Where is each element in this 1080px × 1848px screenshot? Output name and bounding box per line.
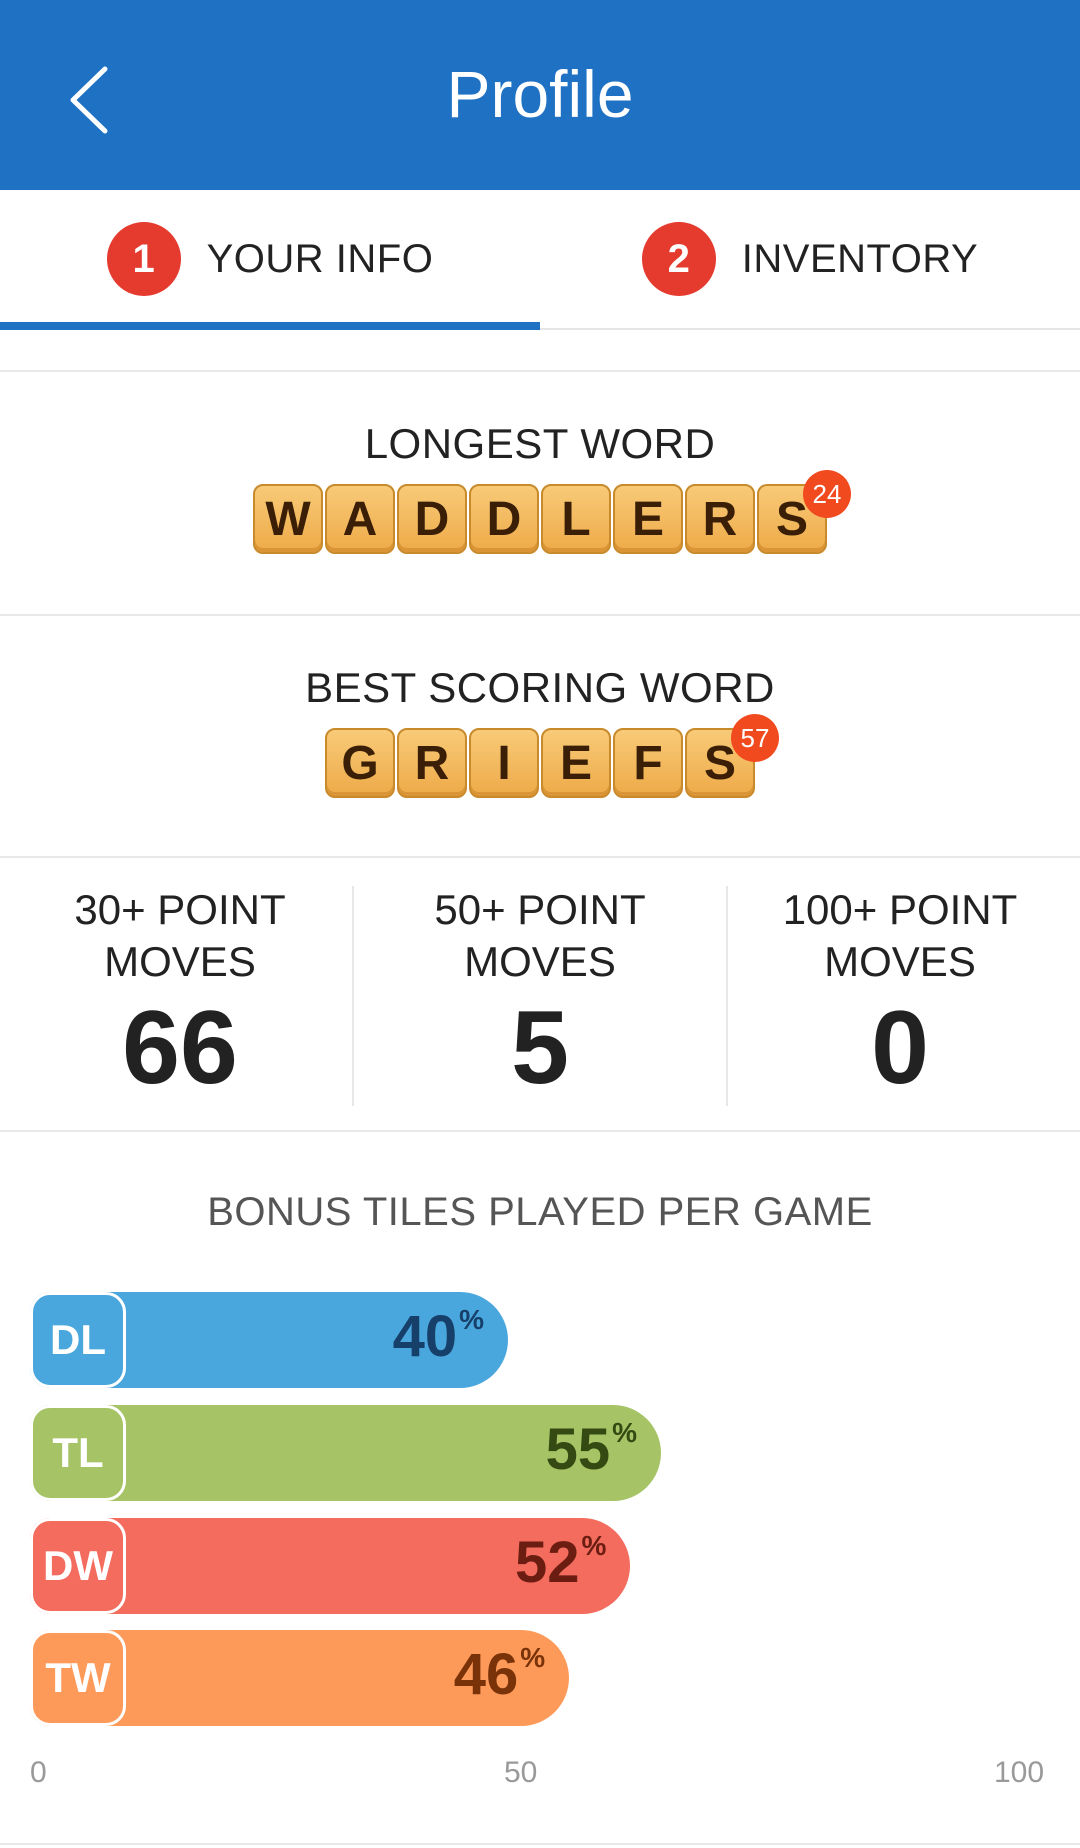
bar-tw: TW 46%: [30, 1630, 570, 1726]
bar-category-label: TL: [30, 1405, 126, 1501]
bar-dl: DL 40%: [30, 1292, 508, 1388]
bar-value-label: 40%: [392, 1304, 484, 1369]
bar-category-label: DW: [30, 1518, 126, 1614]
bar-tl: TL 55%: [30, 1405, 661, 1501]
bar-category-label: TW: [30, 1630, 126, 1726]
bar-value-label: 55%: [545, 1417, 637, 1482]
bar-value-label: 52%: [514, 1530, 607, 1595]
bonus-tiles-chart: DL 40% TL 55% DW 52% TW 46%: [0, 0, 1080, 1848]
axis-tick-label: 100: [994, 1756, 1045, 1789]
bar-value-label: 46%: [453, 1642, 546, 1707]
bar-category-label: DL: [30, 1292, 126, 1388]
bar-dw: DW 52%: [30, 1518, 631, 1614]
axis-tick-label: 50: [504, 1756, 538, 1789]
divider: [0, 1843, 1080, 1845]
axis-tick-label: 0: [30, 1756, 47, 1789]
